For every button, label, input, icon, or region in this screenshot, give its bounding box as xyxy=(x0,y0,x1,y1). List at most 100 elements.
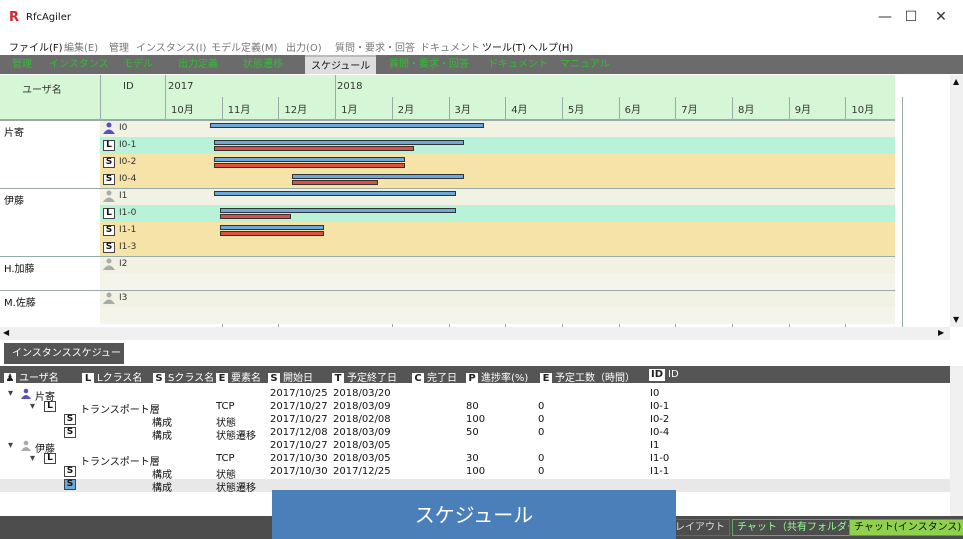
gantt-plan-bar[interactable] xyxy=(219,225,324,230)
gantt-horizontal-scrollbar[interactable]: ◀ ▶ xyxy=(0,327,950,340)
gantt-progress-bar[interactable] xyxy=(214,146,414,151)
table-element: TCP xyxy=(216,401,235,412)
gantt-month-label: 5月 xyxy=(567,105,585,116)
gantt-plan-bar[interactable] xyxy=(214,140,464,145)
lclass-icon: L xyxy=(44,401,56,412)
menu-model[interactable]: モデル定義(M) xyxy=(211,39,277,54)
table-vertical-scrollbar[interactable] xyxy=(950,366,963,516)
th-element[interactable]: E 要素名 xyxy=(216,369,261,385)
menu-output[interactable]: 出力(O) xyxy=(286,39,322,54)
tab-manual[interactable]: マニュアル xyxy=(554,55,616,74)
menu-tools[interactable]: ツール(T) xyxy=(482,39,526,54)
scroll-right-icon[interactable]: ▶ xyxy=(938,328,944,337)
gantt-plan-bar[interactable] xyxy=(210,123,485,128)
sclass-icon: S xyxy=(103,225,115,236)
th-start[interactable]: S 開始日 xyxy=(268,369,313,385)
gantt-row-id: I0 xyxy=(119,123,128,133)
tab-instance[interactable]: インスタンス xyxy=(43,55,115,74)
gantt-row[interactable]: S I1-3 xyxy=(0,239,895,256)
gantt-row[interactable]: S I0-2 xyxy=(0,154,895,171)
sclass-icon: S xyxy=(103,174,115,185)
gantt-row[interactable]: I2 xyxy=(0,256,895,273)
table-element: 状態遷移 xyxy=(216,483,256,494)
menu-edit[interactable]: 編集(E) xyxy=(64,39,98,54)
table-effort: 0 xyxy=(538,427,545,438)
tab-output[interactable]: 出力定義 xyxy=(172,55,224,74)
gantt-user-cell xyxy=(0,154,100,171)
table-id: I0-2 xyxy=(650,414,670,425)
th-progress[interactable]: P 進捗率(%) xyxy=(466,369,528,385)
tab-state[interactable]: 状態遷移 xyxy=(237,55,289,74)
table-planned-end: 2018/03/20 xyxy=(333,388,391,399)
table-row[interactable]: ▾ 片寄 2017/10/25 2018/03/20 I0 xyxy=(0,388,950,403)
menu-manage[interactable]: 管理 xyxy=(109,39,129,54)
gantt-month-label: 8月 xyxy=(738,105,755,116)
table-row[interactable]: ▾ L トランスポート層 TCP 2017/10/27 2018/03/09 80 0 I0-1 xyxy=(0,401,950,416)
scroll-left-icon[interactable]: ◀ xyxy=(3,328,9,337)
menu-document[interactable]: ドキュメント xyxy=(420,39,480,54)
table-planned-end: 2017/12/25 xyxy=(333,466,391,477)
menu-question[interactable]: 質問・要求・回答 xyxy=(335,39,415,54)
gantt-progress-bar[interactable] xyxy=(214,163,405,168)
menu-instance[interactable]: インスタンス(I) xyxy=(136,39,206,54)
tab-instance-schedule[interactable]: インスタンススケジュール xyxy=(4,343,124,380)
th-planned-end[interactable]: T 予定終了日 xyxy=(332,369,397,385)
table-start-date: 2017/10/30 xyxy=(270,466,328,477)
gantt-row-id: I0-4 xyxy=(119,174,137,184)
schedule-table-header: ♟ ユーザ名 L Lクラス名 S Sクラス名 E 要素名 S 開始日 T 予定終了日 C 完了… xyxy=(0,366,950,385)
grid-line xyxy=(0,188,895,189)
expand-arrow-icon[interactable]: ▾ xyxy=(8,388,13,399)
menu-file[interactable]: ファイル(F) xyxy=(9,39,63,54)
close-button[interactable]: ✕ xyxy=(930,8,952,26)
minimize-button[interactable]: — xyxy=(874,8,896,26)
gantt-row[interactable]: S I1-1 xyxy=(0,222,895,239)
expand-arrow-icon[interactable]: ▾ xyxy=(30,453,35,464)
gantt-vertical-scrollbar[interactable]: ▲ ▼ xyxy=(950,75,963,327)
tab-schedule[interactable]: スケジュール xyxy=(305,55,377,74)
scroll-down-icon[interactable]: ▼ xyxy=(953,315,959,324)
th-id[interactable]: ID ID xyxy=(649,369,679,381)
tab-model[interactable]: モデル xyxy=(117,55,159,74)
tab-document[interactable]: ドキュメント xyxy=(482,55,554,74)
table-row[interactable]: S 構成 状態 2017/10/30 2017/12/25 100 0 I1-1 xyxy=(0,466,950,481)
gantt-plan-bar[interactable] xyxy=(214,157,405,162)
table-row[interactable]: S 構成 状態遷移 2017/12/08 2018/03/09 50 0 I0-4 xyxy=(0,427,950,442)
table-row[interactable]: S 構成 状態 2017/10/27 2018/02/08 100 0 I0-2 xyxy=(0,414,950,429)
th-lclass[interactable]: L Lクラス名 xyxy=(82,369,142,385)
th-effort[interactable]: E 予定工数（時間） xyxy=(540,369,635,385)
gantt-row[interactable]: I3 xyxy=(0,290,895,307)
gantt-plan-bar[interactable] xyxy=(214,191,457,196)
gantt-plan-bar[interactable] xyxy=(219,208,457,213)
table-effort: 0 xyxy=(538,466,545,477)
table-id: I1 xyxy=(650,440,660,451)
table-row[interactable]: ▾ 伊藤 2017/10/27 2018/03/05 I1 xyxy=(0,440,950,455)
gantt-month-label: 9月 xyxy=(794,105,812,116)
expand-arrow-icon[interactable]: ▾ xyxy=(30,401,35,412)
gantt-progress-bar[interactable] xyxy=(291,180,378,185)
sclass-icon: S xyxy=(103,157,115,168)
chat-instance-button[interactable]: チャット(インスタンス) xyxy=(849,519,963,536)
gantt-year-2018: 2018 xyxy=(337,81,363,92)
th-done[interactable]: C 完了日 xyxy=(412,369,457,385)
grid-line xyxy=(0,290,895,291)
gantt-row[interactable] xyxy=(0,273,895,290)
th-user[interactable]: ♟ ユーザ名 xyxy=(4,369,59,385)
gantt-month-label: 3月 xyxy=(454,105,471,116)
app-title: RfcAgiler xyxy=(26,12,71,23)
menu-help[interactable]: ヘルプ(H) xyxy=(528,39,573,54)
table-row[interactable]: ▾ L トランスポート層 TCP 2017/10/30 2018/03/05 30 0 I1-0 xyxy=(0,453,950,468)
maximize-button[interactable]: ☐ xyxy=(900,8,922,26)
layout-button[interactable]: レイアウト xyxy=(670,519,730,536)
table-start-date: 2017/10/27 xyxy=(270,414,328,425)
gantt-progress-bar[interactable] xyxy=(219,214,291,219)
gantt-progress-bar[interactable] xyxy=(219,231,324,236)
gantt-plan-bar[interactable] xyxy=(291,174,464,179)
tab-manage[interactable]: 管理 xyxy=(6,55,38,74)
tab-question[interactable]: 質問・要求・回答 xyxy=(383,55,475,74)
scroll-up-icon[interactable]: ▲ xyxy=(953,77,959,86)
expand-arrow-icon[interactable]: ▾ xyxy=(8,440,13,451)
lclass-icon: L xyxy=(103,140,115,151)
table-progress: 80 xyxy=(466,401,479,412)
th-sclass[interactable]: S Sクラス名 xyxy=(153,369,214,385)
gantt-row[interactable] xyxy=(0,307,895,324)
